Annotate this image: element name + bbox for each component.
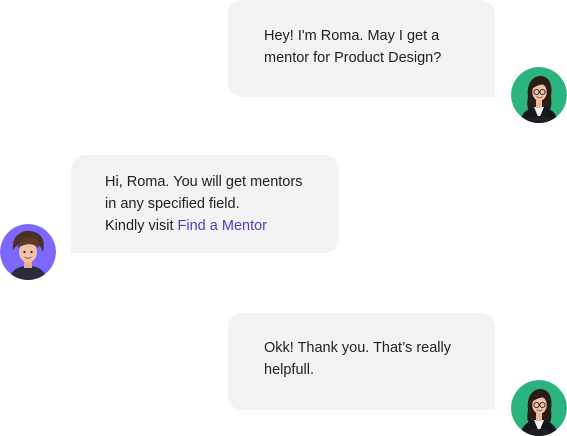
user-avatar (511, 380, 567, 436)
user-avatar (511, 67, 567, 123)
message-text-line: Kindly visit Find a Mentor (105, 215, 319, 237)
woman-avatar-icon (511, 380, 567, 436)
find-a-mentor-link[interactable]: Find a Mentor (178, 218, 267, 234)
mentor-avatar (0, 224, 56, 280)
message-text-prefix: Kindly visit (105, 218, 178, 234)
message-text-line: mentor for Product Design? (264, 50, 442, 66)
chat-conversation: Hey! I'm Roma. May I get a mentor for Pr… (0, 0, 567, 436)
message-text-line: Hey! I'm Roma. May I get a (264, 28, 440, 44)
man-avatar-icon (0, 224, 56, 280)
message-bubble-incoming: Hi, Roma. You will get mentors in any sp… (71, 155, 339, 253)
message-text-line: in any specified field. (105, 196, 240, 212)
message-text-line: helpfull. (264, 362, 314, 378)
message-text-line: Okk! Thank you. That’s really (264, 340, 451, 356)
woman-avatar-icon (511, 67, 567, 123)
message-bubble-outgoing: Hey! I'm Roma. May I get a mentor for Pr… (228, 0, 495, 97)
message-text-line: Hi, Roma. You will get mentors (105, 174, 303, 190)
message-bubble-outgoing: Okk! Thank you. That’s really helpfull. (228, 313, 495, 410)
